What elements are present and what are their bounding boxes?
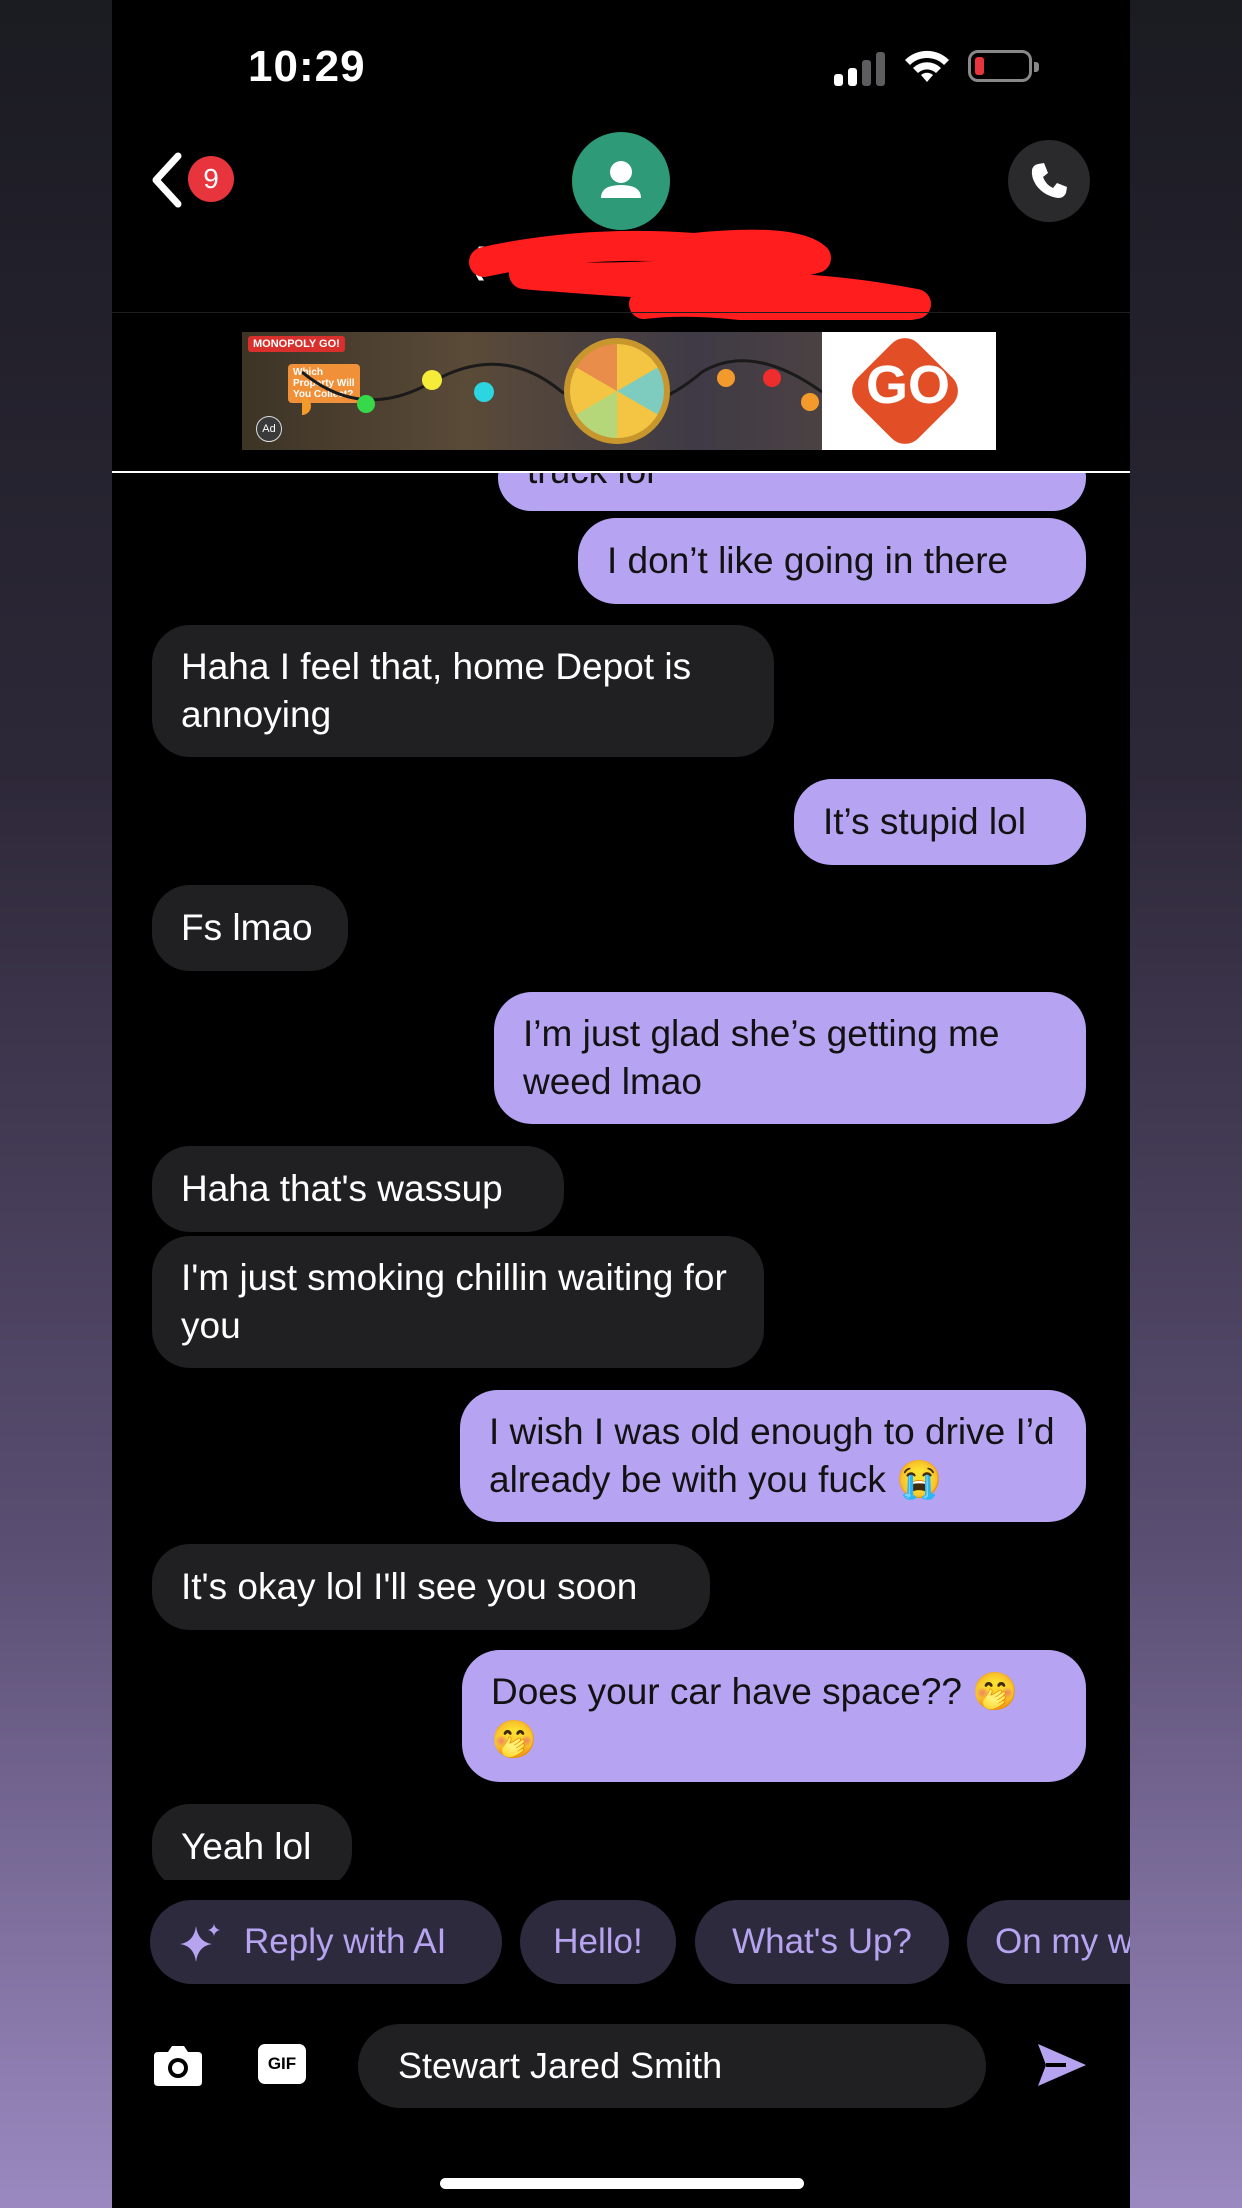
- unread-badge[interactable]: 9: [188, 156, 234, 202]
- reply-with-ai-label: Reply with AI: [244, 1922, 447, 1961]
- redaction-scribble: [469, 229, 931, 320]
- suggestion-chip-on-my-way[interactable]: On my way: [967, 1900, 1130, 1984]
- ad-banner[interactable]: MONOPOLY GO! Which Property Will You Col…: [242, 332, 996, 450]
- reply-with-ai-chip[interactable]: Reply with AI: [150, 1900, 502, 1984]
- contact-avatar[interactable]: [572, 132, 670, 230]
- message-list[interactable]: truck lol I don’t like going in there Ha…: [112, 473, 1130, 1880]
- phone-icon: [1031, 163, 1067, 198]
- ad-label: Ad: [256, 416, 282, 442]
- battery-icon: [968, 50, 1039, 82]
- message-bubble-incoming[interactable]: Haha I feel that, home Depot is annoying: [152, 625, 774, 757]
- message-bubble-incoming[interactable]: Haha that's wassup: [152, 1146, 564, 1232]
- message-bubble-outgoing[interactable]: I don’t like going in there: [578, 518, 1086, 604]
- message-bubble-outgoing[interactable]: truck lol: [498, 473, 1086, 511]
- call-button[interactable]: [1008, 140, 1090, 222]
- message-bubble-outgoing[interactable]: It’s stupid lol: [794, 779, 1086, 865]
- message-bubble-outgoing[interactable]: I’m just glad she’s getting me weed lmao: [494, 992, 1086, 1124]
- message-bubble-incoming[interactable]: It's okay lol I'll see you soon: [152, 1544, 710, 1630]
- home-indicator: [440, 2178, 804, 2189]
- send-icon[interactable]: [1036, 2042, 1088, 2088]
- gif-button[interactable]: GIF: [258, 2044, 306, 2084]
- ad-go-tile: GO: [822, 332, 996, 450]
- ad-prize-wheel: [564, 338, 670, 444]
- message-bubble-incoming[interactable]: Yeah lol: [152, 1804, 352, 1880]
- message-bubble-outgoing[interactable]: I wish I was old enough to drive I’d alr…: [460, 1390, 1086, 1522]
- back-chevron-icon[interactable]: [148, 152, 188, 208]
- status-time: 10:29: [248, 42, 366, 91]
- sparkle-icon: [180, 1924, 220, 1962]
- suggestion-chip-whats-up[interactable]: What's Up?: [695, 1900, 949, 1984]
- signal-icon: [834, 50, 890, 86]
- ad-cta: GO: [866, 355, 951, 415]
- message-bubble-outgoing[interactable]: Does your car have space?? 🤭 🤭: [462, 1650, 1086, 1782]
- camera-icon[interactable]: [152, 2040, 204, 2088]
- message-bubble-incoming[interactable]: I'm just smoking chillin waiting for you: [152, 1236, 764, 1368]
- person-icon: [601, 161, 641, 198]
- messaging-screen: 10:29 9 (5 MONOPOLY GO! Which Property W…: [112, 0, 1130, 2208]
- suggestion-chip-hello[interactable]: Hello!: [520, 1900, 676, 1984]
- message-input[interactable]: Stewart Jared Smith: [358, 2024, 986, 2108]
- wifi-icon: [905, 50, 949, 82]
- message-bubble-incoming[interactable]: Fs lmao: [152, 885, 348, 971]
- header-divider: [112, 312, 1130, 313]
- ad-string-lights: [302, 359, 822, 415]
